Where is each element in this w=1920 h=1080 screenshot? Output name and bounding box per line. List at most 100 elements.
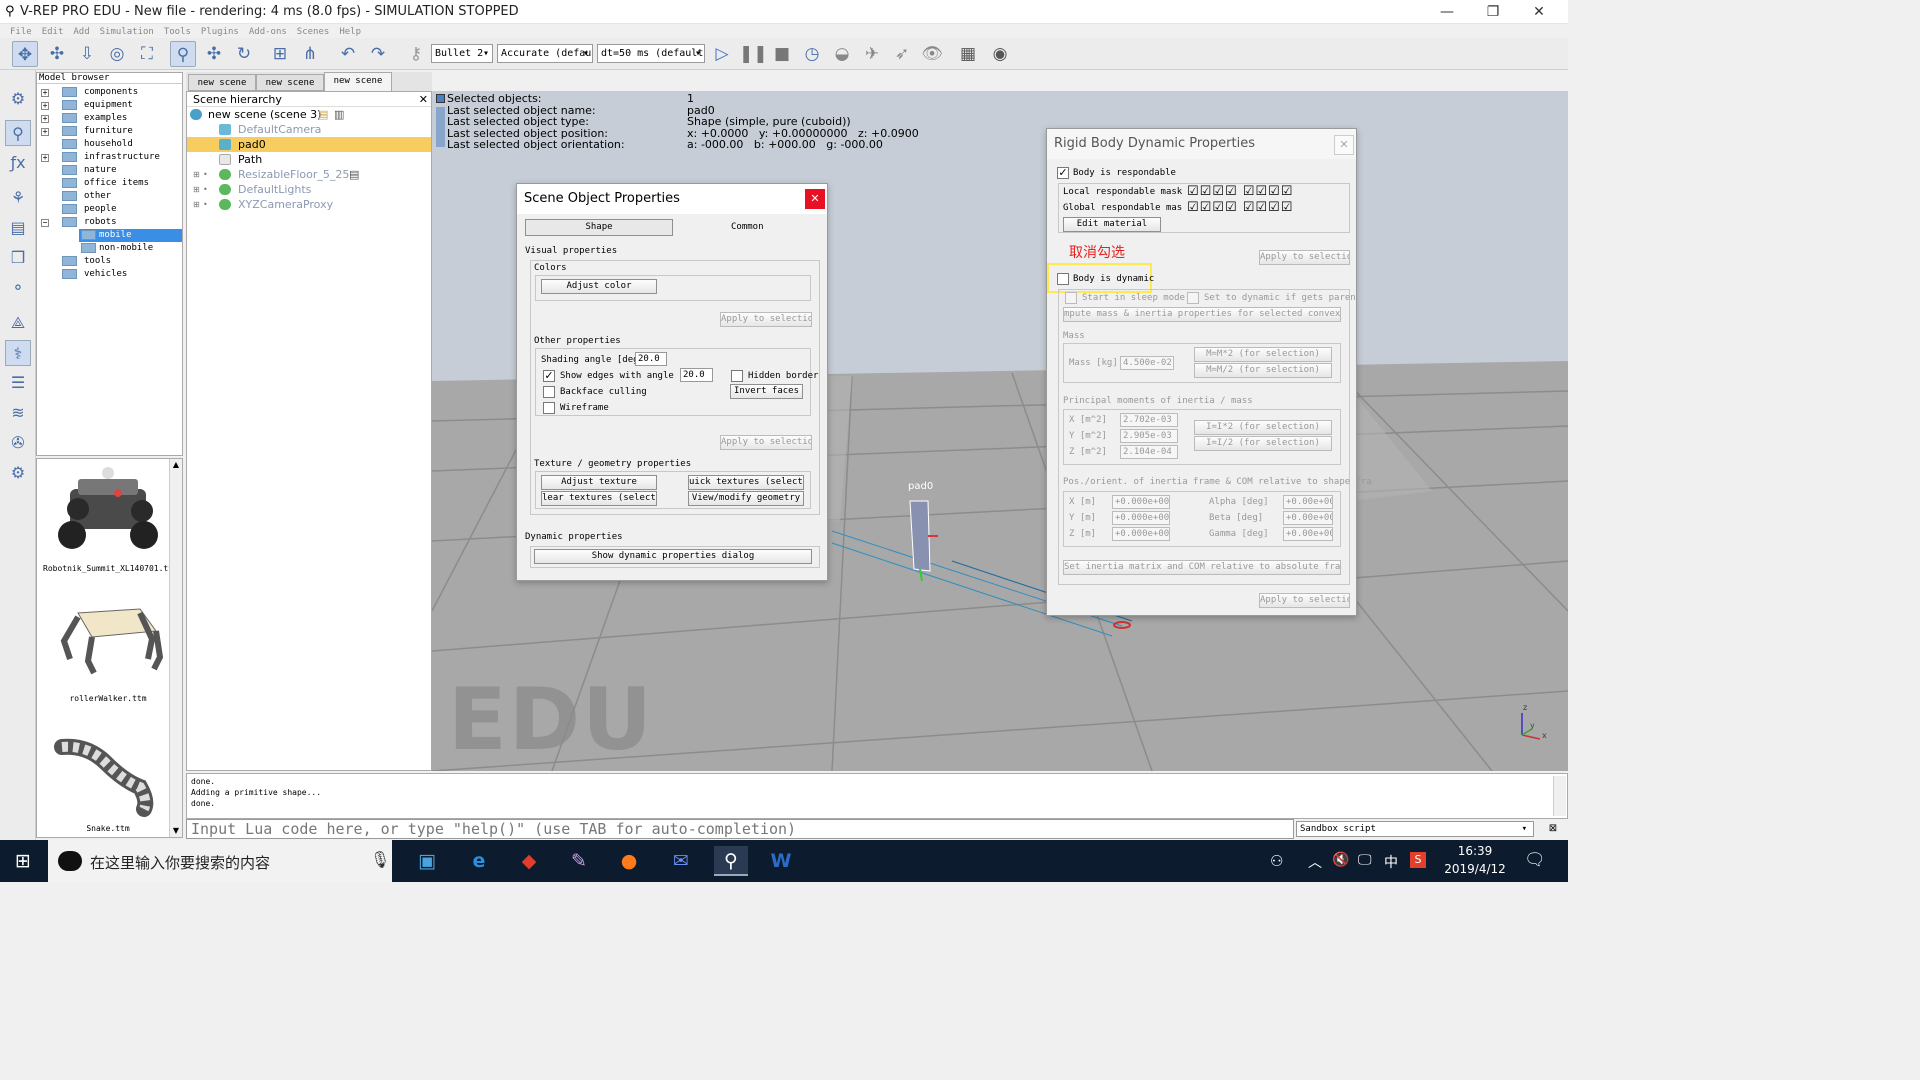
minimize-button[interactable]: — — [1424, 2, 1470, 22]
menu-file[interactable]: File — [10, 27, 32, 37]
transfer-dna-icon[interactable]: ⋔ — [297, 41, 323, 67]
timestep-select[interactable]: dt=50 ms (default ▾ — [597, 44, 705, 63]
beta-field[interactable]: +0.00e+00 — [1283, 511, 1333, 525]
close-dialog-button[interactable]: ✕ — [1334, 135, 1354, 155]
pos-y-field[interactable]: +0.000e+00 — [1112, 511, 1170, 525]
pause-icon[interactable]: ❚❚ — [739, 41, 768, 67]
tray-chevron-icon[interactable]: ︿ — [1308, 852, 1322, 872]
object-rotate-icon[interactable]: ↻ — [231, 41, 257, 67]
invert-faces-button[interactable]: Invert faces — [730, 384, 803, 399]
show-dynamic-properties-button[interactable]: Show dynamic properties dialog — [534, 549, 812, 564]
vrep-taskbar-icon[interactable]: ⚲ — [714, 846, 748, 876]
shape-edit-icon[interactable]: ⟁ — [5, 310, 31, 336]
console-scrollbar[interactable] — [1553, 776, 1566, 816]
sleep-mode-checkbox[interactable] — [1065, 292, 1077, 304]
slow-down-icon[interactable]: ◒ — [829, 41, 855, 67]
apply-selection-button[interactable]: Apply to selection — [720, 435, 812, 450]
undo-icon[interactable]: ↶ — [335, 41, 361, 67]
apply-selection-button[interactable]: Apply to selection — [1259, 593, 1350, 608]
realtime-icon[interactable]: ◷ — [799, 41, 825, 67]
folder-mobile[interactable]: mobile — [79, 229, 182, 242]
show-edges-checkbox[interactable]: ✓ — [543, 370, 555, 382]
volume-icon[interactable]: 🔇 — [1332, 852, 1349, 868]
tab-shape[interactable]: Shape — [525, 219, 673, 236]
inertia-x-field[interactable]: 2.702e-03 — [1120, 413, 1178, 427]
ime-indicator[interactable]: 中 — [1384, 852, 1398, 872]
camera-rotate-icon[interactable]: ✣ — [44, 41, 70, 67]
scroll-down-icon[interactable]: ▼ — [170, 825, 182, 837]
close-dialog-button[interactable]: ✕ — [805, 189, 825, 209]
apply-selection-button[interactable]: Apply to selection — [1259, 250, 1350, 265]
alpha-field[interactable]: +0.00e+00 — [1283, 495, 1333, 509]
tab-common[interactable]: Common — [731, 222, 764, 232]
mass-half-button[interactable]: M=M/2 (for selection) — [1194, 363, 1332, 378]
path-edit-icon[interactable]: ⚕ — [5, 340, 31, 366]
paint-icon[interactable]: ✎ — [562, 846, 596, 876]
taskbar-search-box[interactable]: 在这里输入你要搜索的内容 🎙 — [48, 840, 392, 882]
hierarchy-item-defaultlights[interactable]: ⊞ • DefaultLights — [187, 182, 431, 197]
camera-angle-icon[interactable]: ◎ — [104, 41, 130, 67]
microphone-icon[interactable]: 🎙 — [370, 850, 390, 869]
scene-hierarchy-icon[interactable]: ƒx — [5, 150, 31, 176]
body-dynamic-checkbox[interactable] — [1057, 273, 1069, 285]
edge-browser-icon[interactable]: e — [462, 846, 496, 876]
restore-button[interactable]: ❐ — [1470, 2, 1516, 22]
close-button[interactable]: ✕ — [1516, 2, 1562, 22]
menu-simulation[interactable]: Simulation — [100, 27, 154, 37]
notification-icon[interactable]: 🗨 — [1524, 850, 1546, 870]
selection-icon[interactable]: ☰ — [5, 370, 31, 396]
speed-up-icon[interactable]: ✈ — [859, 41, 885, 67]
pos-z-field[interactable]: +0.000e+00 — [1112, 527, 1170, 541]
close-console-icon[interactable]: ⊠ — [1546, 821, 1560, 837]
windows-start-icon[interactable]: ⊞ — [6, 846, 40, 876]
sandbox-script-select[interactable]: Sandbox script ▾ — [1296, 821, 1534, 837]
lua-command-input[interactable]: Input Lua code here, or type "help()" (u… — [186, 819, 1294, 839]
collections-icon[interactable]: ❒ — [5, 245, 31, 271]
accuracy-select[interactable]: Accurate (defau ▾ — [497, 44, 593, 63]
compute-mass-button[interactable]: mpute mass & inertia properties for sele… — [1063, 307, 1341, 322]
inertia-double-button[interactable]: I=I*2 (for selection) — [1194, 420, 1332, 435]
visualization-icon[interactable]: 👁 — [919, 41, 945, 67]
menu-scenes[interactable]: Scenes — [297, 27, 330, 37]
object-shift-icon[interactable]: ✣ — [201, 41, 227, 67]
click-select-icon[interactable]: ⚲ — [170, 41, 196, 67]
adjust-texture-button[interactable]: Adjust texture — [541, 475, 657, 490]
firefox-icon[interactable]: ● — [612, 846, 646, 876]
menu-edit[interactable]: Edit — [42, 27, 64, 37]
apply-selection-button[interactable]: Apply to selection — [720, 312, 812, 327]
assemble-icon[interactable]: ⊞ — [267, 41, 293, 67]
wireframe-checkbox[interactable] — [543, 402, 555, 414]
hierarchy-item-defaultcamera[interactable]: DefaultCamera — [187, 122, 431, 137]
clock-date[interactable]: 2019/4/12 — [1440, 862, 1510, 876]
fit-to-view-icon[interactable]: ⛶ — [134, 41, 160, 67]
inertia-z-field[interactable]: 2.104e-04 — [1120, 445, 1178, 459]
gamma-field[interactable]: +0.00e+00 — [1283, 527, 1333, 541]
clock-time[interactable]: 16:39 — [1440, 844, 1510, 858]
inertia-y-field[interactable]: 2.905e-03 — [1120, 429, 1178, 443]
mass-field[interactable]: 4.500e-02 — [1120, 356, 1174, 370]
model-thumbnail[interactable]: Snake.ttm — [43, 721, 173, 833]
menu-help[interactable]: Help — [339, 27, 361, 37]
scroll-up-icon[interactable]: ▲ — [170, 459, 182, 471]
info-toggle-icon[interactable] — [436, 94, 445, 103]
local-mask-checkboxes[interactable]: ☑☑☑☑ ☑☑☑☑ — [1187, 184, 1293, 199]
edit-material-button[interactable]: Edit material — [1063, 217, 1161, 232]
backface-culling-checkbox[interactable] — [543, 386, 555, 398]
hierarchy-item-path[interactable]: Path — [187, 152, 431, 167]
close-hierarchy-icon[interactable]: ✕ — [419, 92, 428, 107]
inertia-half-button[interactable]: I=I/2 (for selection) — [1194, 436, 1332, 451]
camera-shift-icon[interactable]: ⇩ — [74, 41, 100, 67]
set-inertia-matrix-button[interactable]: Set inertia matrix and COM relative to a… — [1063, 560, 1341, 575]
menu-addons[interactable]: Add-ons — [249, 27, 287, 37]
tab-scene-3[interactable]: new scene — [324, 72, 392, 91]
shading-angle-field[interactable]: 20.0 — [635, 352, 667, 366]
tab-scene-1[interactable]: new scene — [188, 74, 256, 91]
layers-icon[interactable]: ◉ — [987, 41, 1013, 67]
scripts-icon[interactable]: ⚬ — [5, 275, 31, 301]
calculation-modules-icon[interactable]: ▤ — [5, 215, 31, 241]
quick-textures-button[interactable]: uick textures (selection — [688, 475, 804, 490]
model-browser-icon[interactable]: ⚲ — [5, 120, 31, 146]
wps-icon[interactable]: ◆ — [512, 846, 546, 876]
menu-plugins[interactable]: Plugins — [201, 27, 239, 37]
scene-page-icon[interactable]: ▦ — [955, 41, 981, 67]
